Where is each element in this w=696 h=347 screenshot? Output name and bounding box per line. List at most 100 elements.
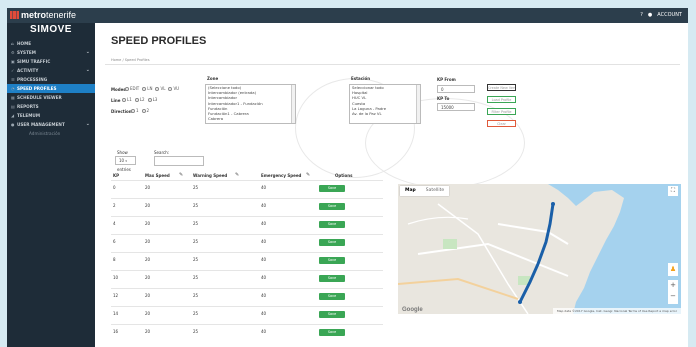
cell-emergency-speed[interactable]: 40 bbox=[261, 239, 266, 244]
edit-pencil-icon[interactable]: ✎ bbox=[306, 172, 310, 178]
cell-warning-speed[interactable]: 25 bbox=[193, 275, 198, 280]
mode-radio-edit[interactable]: EDIT bbox=[125, 86, 139, 91]
chevron-down-icon: ⌄ bbox=[85, 121, 90, 127]
cell-emergency-speed[interactable]: 40 bbox=[261, 311, 266, 316]
search-input[interactable] bbox=[154, 156, 204, 166]
cell-emergency-speed[interactable]: 40 bbox=[261, 221, 266, 226]
mode-radio-vu[interactable]: VU bbox=[168, 86, 179, 91]
kp-from-input[interactable]: 0 bbox=[437, 85, 475, 93]
cell-max-speed[interactable]: 20 bbox=[145, 257, 150, 262]
cell-max-speed[interactable]: 20 bbox=[145, 275, 150, 280]
user-icon[interactable]: ● bbox=[648, 12, 652, 18]
cell-warning-speed[interactable]: 25 bbox=[193, 329, 198, 334]
cell-max-speed[interactable]: 20 bbox=[145, 185, 150, 190]
page-title: SPEED PROFILES bbox=[111, 35, 207, 47]
sidebar-item-reports[interactable]: ▤ REPORTS bbox=[7, 102, 95, 111]
kp-to-input[interactable]: 15000 bbox=[437, 103, 475, 111]
cell-emergency-speed[interactable]: 40 bbox=[261, 293, 266, 298]
save-button[interactable]: Save bbox=[319, 257, 345, 264]
account-menu[interactable]: ACCOUNT bbox=[657, 12, 682, 18]
station-listbox[interactable]: Seleccionar todo Hospital HUC VL Cuesta … bbox=[349, 84, 421, 124]
save-button[interactable]: Save bbox=[319, 293, 345, 300]
save-button[interactable]: Save bbox=[319, 185, 345, 192]
mode-radio-vl[interactable]: VL bbox=[155, 86, 165, 91]
zoom-in-button[interactable]: + bbox=[668, 280, 678, 291]
column-header-warning-speed[interactable]: Warning Speed bbox=[193, 173, 227, 178]
route-stop-marker[interactable] bbox=[518, 300, 522, 304]
cell-emergency-speed[interactable]: 40 bbox=[261, 257, 266, 262]
cell-emergency-speed[interactable]: 40 bbox=[261, 185, 266, 190]
cell-max-speed[interactable]: 20 bbox=[145, 293, 150, 298]
brand-logo[interactable]: metrotenerife bbox=[10, 10, 76, 20]
cell-max-speed[interactable]: 20 bbox=[145, 311, 150, 316]
help-icon[interactable]: ? bbox=[640, 12, 643, 18]
save-button[interactable]: Save bbox=[319, 275, 345, 282]
cell-max-speed[interactable]: 20 bbox=[145, 221, 150, 226]
mode-radio-ln[interactable]: LN bbox=[142, 86, 152, 91]
tab-map[interactable]: Map bbox=[400, 186, 421, 196]
sidebar-item-schedule-viewer[interactable]: ▦ SCHEDULE VIEWER bbox=[7, 93, 95, 102]
zone-scrollbar[interactable] bbox=[291, 85, 295, 123]
save-button[interactable]: Save bbox=[319, 329, 345, 336]
fullscreen-icon[interactable]: ⛶ bbox=[668, 186, 678, 196]
sidebar-subitem-admin[interactable]: Administración bbox=[7, 129, 95, 138]
direction-radio-1[interactable]: 1 bbox=[131, 108, 139, 113]
cell-kp: 6 bbox=[113, 239, 116, 244]
cell-max-speed[interactable]: 20 bbox=[145, 329, 150, 334]
cell-emergency-speed[interactable]: 40 bbox=[261, 329, 266, 334]
route-map[interactable]: Map Satellite ⛶ ♟ + − Google Map data ©2… bbox=[398, 184, 681, 314]
cell-warning-speed[interactable]: 25 bbox=[193, 311, 198, 316]
zoom-out-button[interactable]: − bbox=[668, 291, 678, 302]
cell-warning-speed[interactable]: 25 bbox=[193, 257, 198, 262]
tab-satellite[interactable]: Satellite bbox=[421, 186, 449, 196]
save-button[interactable]: Save bbox=[319, 221, 345, 228]
cell-emergency-speed[interactable]: 40 bbox=[261, 203, 266, 208]
clear-button[interactable]: Clear bbox=[487, 120, 516, 127]
station-label: Estación bbox=[351, 76, 371, 81]
cell-warning-speed[interactable]: 25 bbox=[193, 239, 198, 244]
sidebar-item-telemum[interactable]: ◢ TELEMUM bbox=[7, 111, 95, 120]
sidebar-item-processing[interactable]: ☰ PROCESSING bbox=[7, 75, 95, 84]
sidebar-item-simu-traffic[interactable]: ▣ SIMU TRAFFIC bbox=[7, 57, 95, 66]
cell-warning-speed[interactable]: 25 bbox=[193, 221, 198, 226]
entries-select[interactable]: 10 ▾ bbox=[115, 156, 136, 165]
tram-route-line[interactable] bbox=[518, 202, 555, 304]
sidebar-item-user-management[interactable]: ● USER MANAGEMENT ⌄ bbox=[7, 120, 95, 129]
route-stop-marker[interactable] bbox=[551, 202, 555, 206]
line-radio-l1[interactable]: L1 bbox=[122, 97, 132, 102]
cell-warning-speed[interactable]: 25 bbox=[193, 203, 198, 208]
cell-max-speed[interactable]: 20 bbox=[145, 239, 150, 244]
cell-warning-speed[interactable]: 25 bbox=[193, 185, 198, 190]
direction-radio-2[interactable]: 2 bbox=[141, 108, 149, 113]
sidebar-item-home[interactable]: ⌂ HOME bbox=[7, 39, 95, 48]
sidebar-item-system[interactable]: ⚙ SYSTEM ⌄ bbox=[7, 48, 95, 57]
edit-pencil-icon[interactable]: ✎ bbox=[179, 172, 183, 178]
edit-pencil-icon[interactable]: ✎ bbox=[235, 172, 239, 178]
filter-profile-button[interactable]: Filter Profile bbox=[487, 108, 516, 115]
cell-max-speed[interactable]: 20 bbox=[145, 203, 150, 208]
line-radio-l3[interactable]: L3 bbox=[147, 97, 157, 102]
street-view-pegman-icon[interactable]: ♟ bbox=[668, 263, 678, 276]
show-label: Show bbox=[117, 150, 128, 155]
save-button[interactable]: Save bbox=[319, 203, 345, 210]
line-radio-l2[interactable]: L2 bbox=[134, 97, 145, 102]
create-new-version-button[interactable]: Create New Version bbox=[487, 84, 516, 91]
zone-option[interactable]: Cabrera bbox=[206, 116, 295, 121]
station-option[interactable]: Av. de la Paz VL bbox=[350, 111, 420, 116]
cell-warning-speed[interactable]: 25 bbox=[193, 293, 198, 298]
sidebar-item-activity[interactable]: ✓ ACTIVITY ⌄ bbox=[7, 66, 95, 75]
zone-listbox[interactable]: (Seleccione todo) Intercambiador (entrad… bbox=[205, 84, 296, 124]
column-header-kp[interactable]: KP bbox=[113, 173, 119, 178]
column-header-max-speed[interactable]: Max Speed bbox=[145, 173, 170, 178]
cell-emergency-speed[interactable]: 40 bbox=[261, 275, 266, 280]
save-button[interactable]: Save bbox=[319, 239, 345, 246]
column-header-emergency-speed[interactable]: Emergency Speed bbox=[261, 173, 301, 178]
map-canvas[interactable] bbox=[398, 184, 681, 314]
top-bar: metrotenerife ? ● ACCOUNT bbox=[7, 8, 688, 23]
load-profile-button[interactable]: Load Profile bbox=[487, 96, 516, 103]
save-button[interactable]: Save bbox=[319, 311, 345, 318]
zone-label: Zone bbox=[207, 76, 219, 81]
sidebar-item-speed-profiles[interactable]: ◔ SPEED PROFILES bbox=[7, 84, 95, 93]
station-scrollbar[interactable] bbox=[416, 85, 420, 123]
line-label: Line bbox=[111, 98, 121, 103]
